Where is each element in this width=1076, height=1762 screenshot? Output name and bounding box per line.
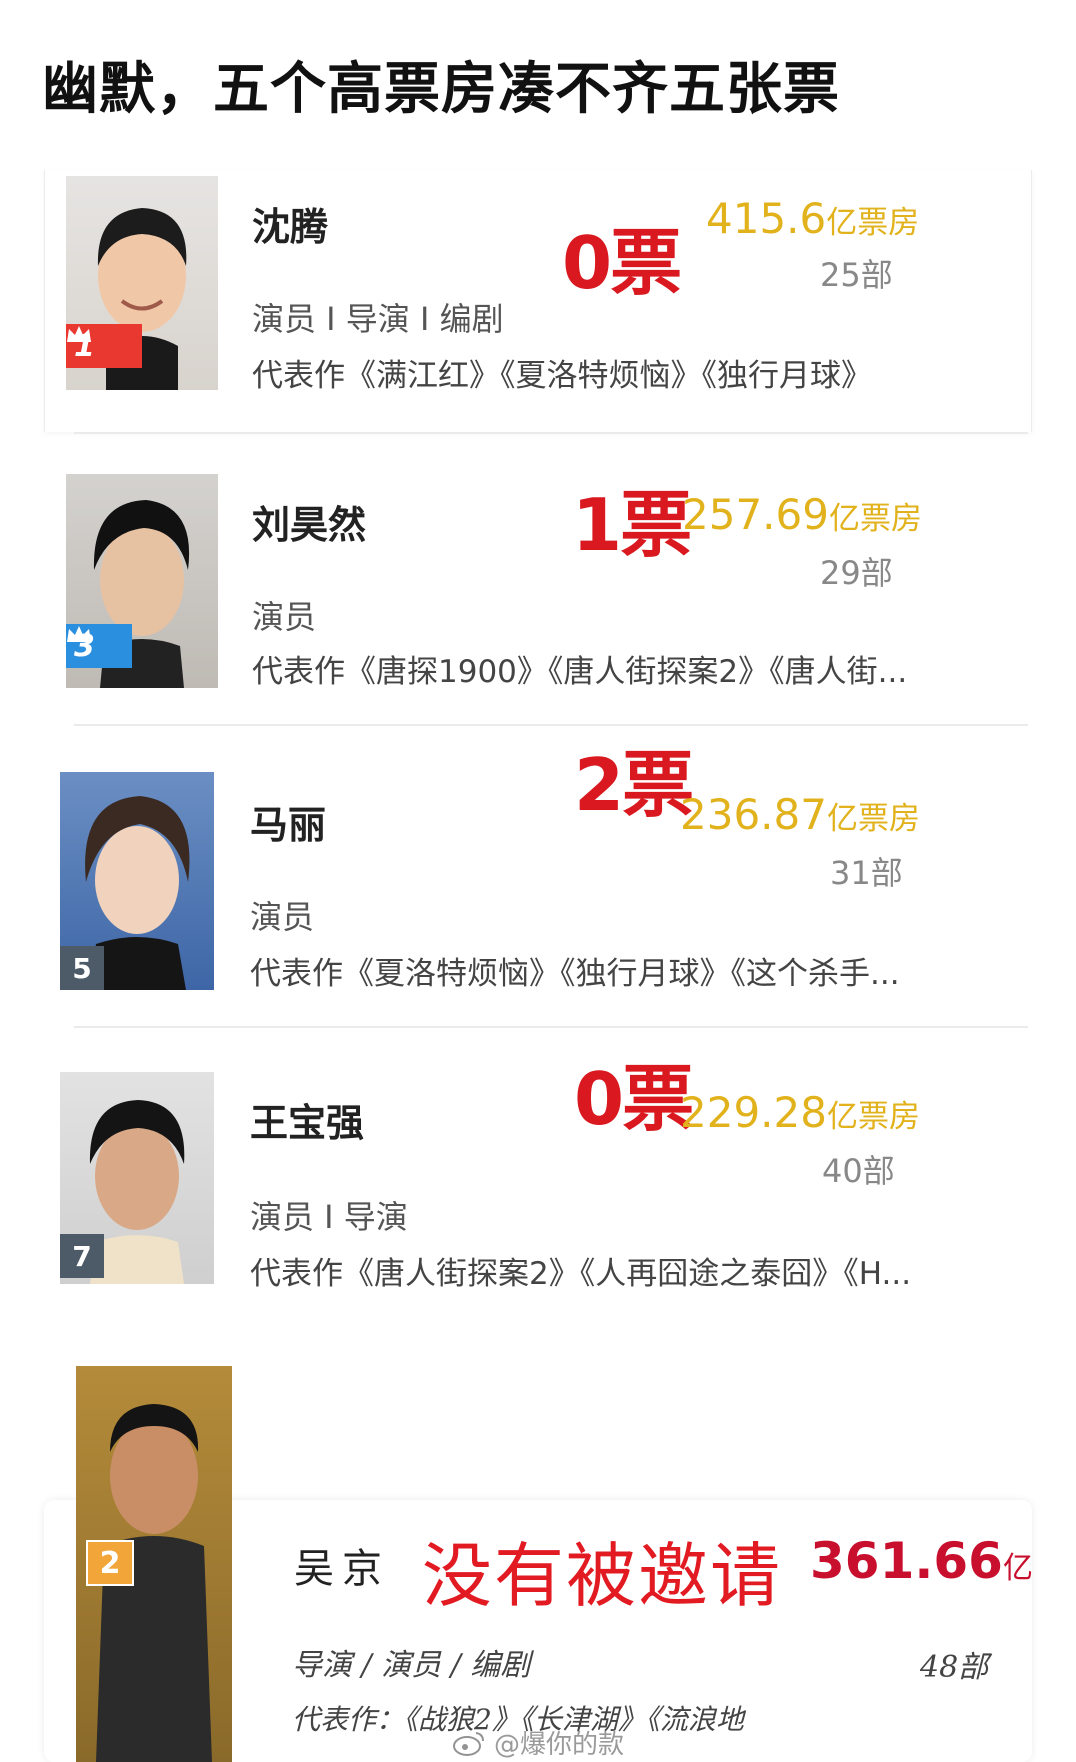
votes-count: 1票	[572, 483, 692, 567]
watermark-text: @爆你的款	[494, 1730, 625, 1760]
film-count: 25部	[820, 256, 893, 294]
box-office: 415.6亿票房	[706, 194, 919, 243]
film-count: 29部	[820, 554, 893, 592]
person-name: 沈腾	[252, 205, 329, 249]
person-roles: 导演 / 演员 / 编剧	[292, 1648, 531, 1683]
box-office-value: 236.87	[680, 790, 827, 839]
representative-works: 代表作《唐人街探案2》《人再囧途之泰囧》《H...	[250, 1256, 912, 1292]
person-name: 吴京	[294, 1546, 390, 1592]
divider	[74, 432, 1028, 434]
box-office-unit: 亿票房	[826, 1099, 920, 1135]
representative-works: 代表作《唐探1900》《唐人街探案2》《唐人街...	[252, 654, 908, 690]
person-roles: 演员	[252, 598, 317, 636]
invitation-status: 没有被邀请	[422, 1535, 782, 1617]
rank-badge: 7	[60, 1234, 104, 1278]
person-name: 马丽	[250, 803, 327, 847]
divider	[74, 724, 1028, 726]
box-office-unit: 亿	[1002, 1551, 1033, 1586]
avatar: 1	[66, 176, 218, 390]
box-office-unit: 亿票房	[826, 801, 920, 837]
box-office-unit: 亿票房	[828, 501, 922, 537]
person-roles: 演员 I 导演	[250, 1198, 408, 1236]
watermark: @爆你的款	[452, 1724, 624, 1761]
rank-badge: 2	[86, 1540, 134, 1586]
crown-icon	[67, 626, 91, 642]
votes-count: 2票	[574, 743, 694, 827]
divider	[74, 1026, 1028, 1028]
box-office-value: 415.6	[706, 194, 827, 243]
rank-number: 7	[72, 1239, 92, 1273]
avatar: 7	[60, 1072, 214, 1284]
person-name: 王宝强	[250, 1101, 365, 1145]
avatar: 5	[60, 772, 214, 990]
rank-badge: 3	[66, 624, 132, 668]
rank-badge: 5	[60, 946, 104, 990]
representative-works: 代表作《满江红》《夏洛特烦恼》《独行月球》	[252, 358, 872, 394]
avatar: 3	[66, 474, 218, 688]
weibo-icon	[453, 1731, 484, 1756]
box-office: 236.87亿票房	[680, 790, 920, 839]
box-office: 229.28亿票房	[680, 1088, 920, 1137]
representative-works: 代表作《夏洛特烦恼》《独行月球》《这个杀手...	[250, 956, 900, 992]
crown-icon	[67, 326, 91, 342]
box-office-value: 257.69	[682, 490, 829, 539]
page-title: 幽默，五个高票房凑不齐五张票	[42, 57, 840, 122]
film-count: 48部	[920, 1650, 989, 1685]
person-roles: 演员	[250, 898, 315, 936]
box-office-value: 361.66	[810, 1532, 1003, 1590]
box-office-value: 229.28	[680, 1088, 827, 1137]
votes-count: 0票	[574, 1057, 694, 1141]
person-roles: 演员 I 导演 I 编剧	[252, 300, 504, 338]
votes-count: 0票	[562, 221, 682, 305]
box-office-unit: 亿票房	[826, 205, 920, 241]
film-count: 40部	[822, 1152, 895, 1190]
box-office: 361.66亿	[810, 1532, 1033, 1590]
film-count: 31部	[830, 854, 903, 892]
rank-badge: 1	[66, 324, 142, 368]
person-name: 刘昊然	[252, 503, 367, 547]
box-office: 257.69亿票房	[682, 490, 922, 539]
rank-number: 5	[72, 951, 92, 985]
